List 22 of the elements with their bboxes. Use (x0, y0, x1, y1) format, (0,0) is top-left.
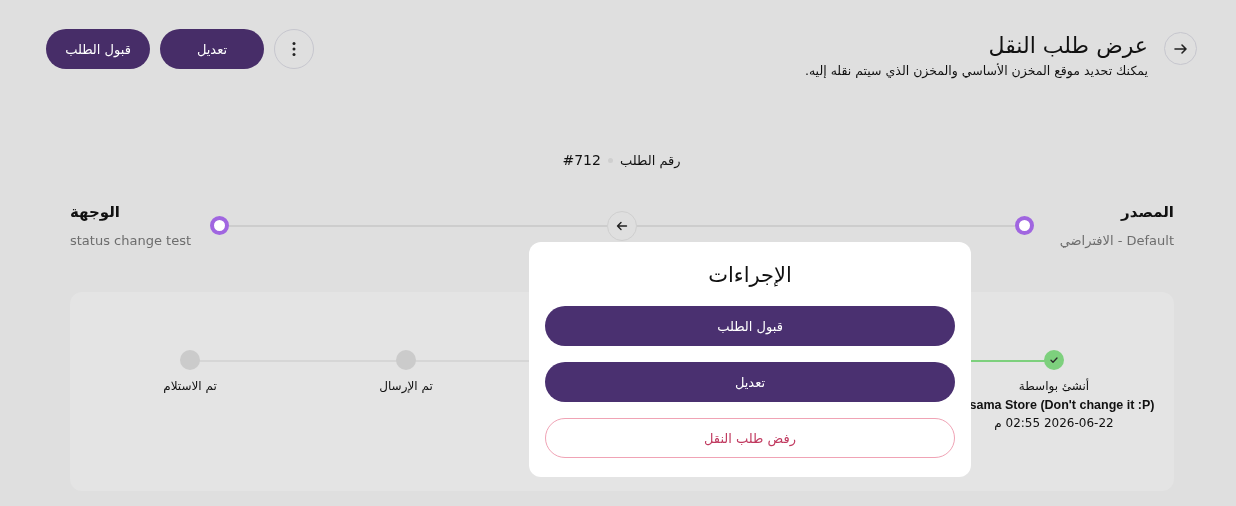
menu-button[interactable]: رفض طلب النقل (545, 418, 955, 458)
header-button[interactable]: قبول الطلب (46, 29, 150, 69)
source-value: Default - الافتراضي (1058, 232, 1174, 250)
menu-button[interactable]: قبول الطلب (545, 306, 955, 346)
source-dot (1015, 216, 1034, 235)
menu-title: الإجراءات (708, 262, 792, 289)
destination-dot (210, 216, 229, 235)
step-label: تم الاستلام (163, 378, 217, 394)
source-label: المصدر (1119, 202, 1174, 223)
more-icon (292, 41, 296, 57)
destination-label: الوجهة (70, 202, 121, 223)
destination-value: status change test (70, 232, 193, 250)
step-label: تم الإرسال (379, 378, 433, 394)
page-title: عرض طلب النقل (987, 32, 1148, 60)
order-label: رقم الطلب (619, 152, 681, 168)
page-subtitle: يمكنك تحديد موقع المخزن الأساسي والمخزن الذي سيتم نقله إليه. (804, 63, 1148, 79)
step-date: 2026-06-22 02:55 م (994, 416, 1114, 430)
menu-button[interactable]: تعديل (545, 362, 955, 402)
order-number: #712 (562, 152, 601, 168)
header-button[interactable]: تعديل (160, 29, 264, 69)
step-author: sama Store (Don't change it :P) (969, 398, 1155, 412)
step-label: أنشئ بواسطة (1018, 378, 1090, 394)
